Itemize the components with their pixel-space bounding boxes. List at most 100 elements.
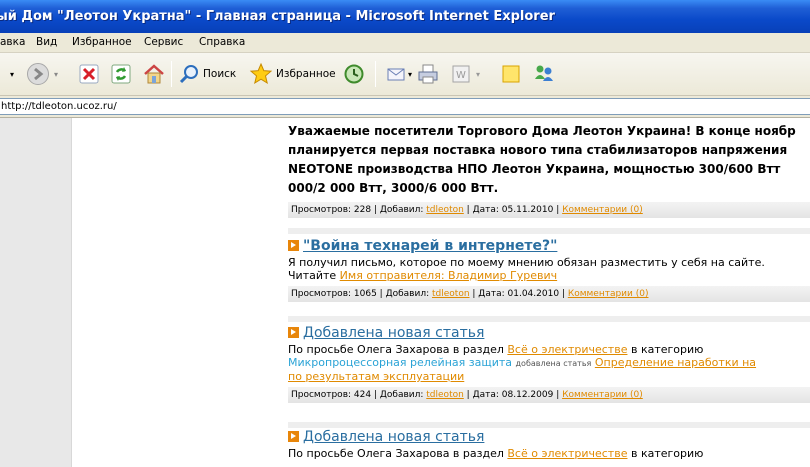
post-title-link[interactable]: "Война технарей в интернете?" (303, 238, 557, 254)
print-button[interactable] (417, 61, 439, 87)
views-count: 228 (353, 205, 372, 215)
author-link[interactable]: tdleoton (432, 289, 470, 299)
arrow-bullet-icon (288, 431, 299, 442)
post-body-line: Уважаемые посетители Торгового Дома Леот… (288, 124, 796, 138)
section-link[interactable]: Всё о электричестве (507, 343, 627, 356)
chevron-down-icon: ▾ (408, 69, 413, 79)
post-title-link[interactable]: Добавлена новая статья (303, 429, 484, 445)
menu-view[interactable]: Вид (36, 36, 57, 48)
back-dropdown[interactable]: ▾ (10, 61, 14, 87)
post-body: По просьбе Олега Захарова в раздел Всё о… (288, 447, 810, 460)
post-body: По просьбе Олега Захарова в раздел Всё о… (288, 343, 810, 383)
chevron-down-icon: ▾ (54, 69, 59, 79)
author-link[interactable]: tdleoton (426, 205, 464, 215)
messenger-icon (535, 65, 553, 81)
menu-favorites[interactable]: Избранное (72, 36, 132, 48)
comments-link[interactable]: Комментарии (0) (562, 205, 643, 215)
forward-icon (27, 63, 49, 85)
comments-link[interactable]: Комментарии (0) (568, 289, 649, 299)
sender-link[interactable]: Имя отправителя: Владимир Гуревич (340, 269, 557, 282)
post-body: Я получил письмо, которое по моему мнени… (288, 256, 810, 282)
svg-text:W: W (456, 70, 466, 81)
news-post: Уважаемые посетители Торгового Дома Леот… (288, 122, 810, 218)
word-icon: W (452, 65, 470, 83)
post-meta: Просмотров: 1065 | Добавил: tdleoton | Д… (288, 285, 810, 302)
mail-button[interactable]: ▾ (386, 61, 412, 87)
post-body-text: в категорию (630, 447, 704, 460)
home-icon (144, 64, 164, 84)
menu-help[interactable]: Справка (199, 36, 245, 48)
views-label: Просмотров: (291, 390, 352, 400)
history-icon (344, 64, 364, 84)
news-post: Добавлена новая статья По просьбе Олега … (288, 325, 810, 403)
post-body-text: в категорию (630, 343, 704, 356)
post-title: Добавлена новая статья (288, 429, 810, 445)
post-meta: Просмотров: 424 | Добавил: tdleoton | Да… (288, 386, 810, 403)
category-text: Микропроцессорная релейная защита (288, 356, 513, 369)
post-body: Уважаемые посетители Торгового Дома Леот… (288, 122, 810, 198)
added-label: Добавил: (379, 390, 424, 400)
menu-tools[interactable]: Сервис (144, 36, 183, 48)
date-label: Дата: (478, 289, 505, 299)
added-label: Добавил: (379, 205, 424, 215)
post-title-link[interactable]: Добавлена новая статья (303, 325, 484, 341)
post-date: 08.12.2009 (501, 390, 554, 400)
post-date: 01.04.2010 (507, 289, 560, 299)
post-title: "Война технарей в интернете?" (288, 238, 810, 254)
history-button[interactable] (343, 61, 365, 87)
section-link[interactable]: Всё о электричестве (507, 447, 627, 460)
article-link[interactable]: по результатам эксплуатации (288, 370, 464, 383)
stop-icon (79, 64, 99, 84)
menu-edit[interactable]: авка (0, 36, 25, 48)
window-title: ый Дом "Леотон Укратна" - Главная страни… (0, 9, 555, 24)
news-post: Добавлена новая статья По просьбе Олега … (288, 429, 810, 460)
date-label: Дата: (472, 205, 499, 215)
home-button[interactable] (143, 61, 165, 87)
added-label: Добавил: (385, 289, 430, 299)
post-body-text: По просьбе Олега Захарова в раздел (288, 447, 504, 460)
views-count: 424 (353, 390, 372, 400)
refresh-icon (111, 64, 131, 84)
mail-icon (387, 68, 405, 81)
forward-button[interactable]: ▾ (26, 61, 58, 87)
post-body-text: По просьбе Олега Захарова в раздел (288, 343, 504, 356)
toolbar: ▾ ▾ Поиск Избранное ▾ W ▾ (0, 53, 810, 96)
stop-button[interactable] (79, 61, 99, 87)
post-body-line: Я получил письмо, которое по моему мнени… (288, 256, 765, 269)
favorites-button-label: Избранное (276, 68, 336, 80)
page-content: Уважаемые посетители Торгового Дома Леот… (73, 118, 810, 467)
messenger-button[interactable] (532, 61, 556, 87)
printer-icon (418, 64, 438, 84)
arrow-bullet-icon (288, 327, 299, 338)
favorites-button[interactable]: Избранное (249, 61, 336, 87)
window-title-bar: ый Дом "Леотон Укратна" - Главная страни… (0, 0, 810, 33)
views-label: Просмотров: (291, 205, 352, 215)
chevron-down-icon: ▾ (10, 69, 15, 79)
post-body-line: NEOTONE производства НПО Леотон Украина,… (288, 162, 781, 176)
arrow-bullet-icon (288, 240, 299, 251)
search-icon (179, 65, 198, 84)
post-body-text: Читайте (288, 269, 337, 282)
author-link[interactable]: tdleoton (426, 390, 464, 400)
note-button[interactable] (501, 61, 521, 87)
menu-bar: авка Вид Избранное Сервис Справка (0, 33, 810, 53)
views-label: Просмотров: (291, 289, 352, 299)
search-button-label: Поиск (203, 68, 237, 80)
search-button[interactable]: Поиск (178, 61, 236, 87)
post-date: 05.11.2010 (501, 205, 554, 215)
article-link[interactable]: Определение наработки на (595, 356, 756, 369)
views-count: 1065 (353, 289, 377, 299)
post-body-line: планируется первая поставка нового типа … (288, 143, 788, 157)
comments-link[interactable]: Комментарии (0) (562, 390, 643, 400)
post-meta: Просмотров: 228 | Добавил: tdleoton | Да… (288, 201, 810, 218)
star-icon (249, 62, 273, 85)
date-label: Дата: (472, 390, 499, 400)
note-icon (502, 65, 520, 83)
edit-button[interactable]: W ▾ (452, 61, 480, 87)
address-bar: http://tdleoton.ucoz.ru/ (0, 96, 810, 118)
post-body-text: добавлена статья (515, 359, 592, 368)
post-title: Добавлена новая статья (288, 325, 810, 341)
left-panel (0, 118, 72, 467)
address-input[interactable]: http://tdleoton.ucoz.ru/ (0, 98, 810, 115)
refresh-button[interactable] (111, 61, 131, 87)
